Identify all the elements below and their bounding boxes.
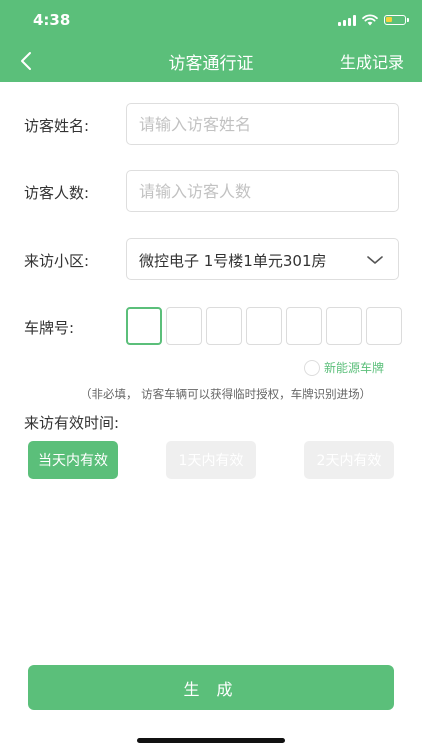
battery-icon xyxy=(384,15,409,25)
plate-char-box[interactable] xyxy=(366,307,402,345)
plate-char-box[interactable] xyxy=(326,307,362,345)
header: 4:38 访客通行证 生成记录 xyxy=(0,0,422,82)
plate-char-box[interactable] xyxy=(286,307,322,345)
home-indicator xyxy=(137,738,285,743)
validity-option-today[interactable]: 当天内有效 xyxy=(28,441,118,479)
visitor-name-label: 访客姓名: xyxy=(24,117,90,135)
community-label: 来访小区: xyxy=(24,252,90,270)
visitor-name-input[interactable] xyxy=(126,103,399,145)
plate-char-box[interactable] xyxy=(126,307,162,345)
records-button[interactable]: 生成记录 xyxy=(340,49,404,73)
ev-plate-radio[interactable] xyxy=(304,359,320,376)
plate-label: 车牌号: xyxy=(24,319,75,337)
validity-option-2day[interactable]: 2天内有效 xyxy=(304,441,394,479)
visitor-count-label: 访客人数: xyxy=(24,184,90,202)
ev-plate-label: 新能源车牌 xyxy=(324,361,385,375)
wifi-icon xyxy=(362,14,378,26)
plate-char-box[interactable] xyxy=(166,307,202,345)
visitor-count-input[interactable] xyxy=(126,170,399,212)
community-select-value: 微控电子 1号楼1单元301房 xyxy=(139,252,327,270)
signal-icon xyxy=(338,14,356,26)
nav-bar: 访客通行证 生成记录 xyxy=(0,40,422,80)
status-icons xyxy=(338,13,409,27)
plate-input-group xyxy=(126,307,402,345)
plate-hint-text: （非必填， 访客车辆可以获得临时授权，车牌识别进场） xyxy=(80,387,372,401)
status-bar: 4:38 xyxy=(0,0,422,40)
validity-label: 来访有效时间: xyxy=(24,414,120,432)
plate-char-box[interactable] xyxy=(206,307,242,345)
chevron-down-icon xyxy=(367,256,383,264)
status-time: 4:38 xyxy=(33,11,71,29)
community-select[interactable]: 微控电子 1号楼1单元301房 xyxy=(126,238,399,280)
generate-button[interactable]: 生 成 xyxy=(28,665,394,710)
validity-option-1day[interactable]: 1天内有效 xyxy=(166,441,256,479)
ev-plate-toggle[interactable]: 新能源车牌 xyxy=(304,359,384,376)
plate-char-box[interactable] xyxy=(246,307,282,345)
